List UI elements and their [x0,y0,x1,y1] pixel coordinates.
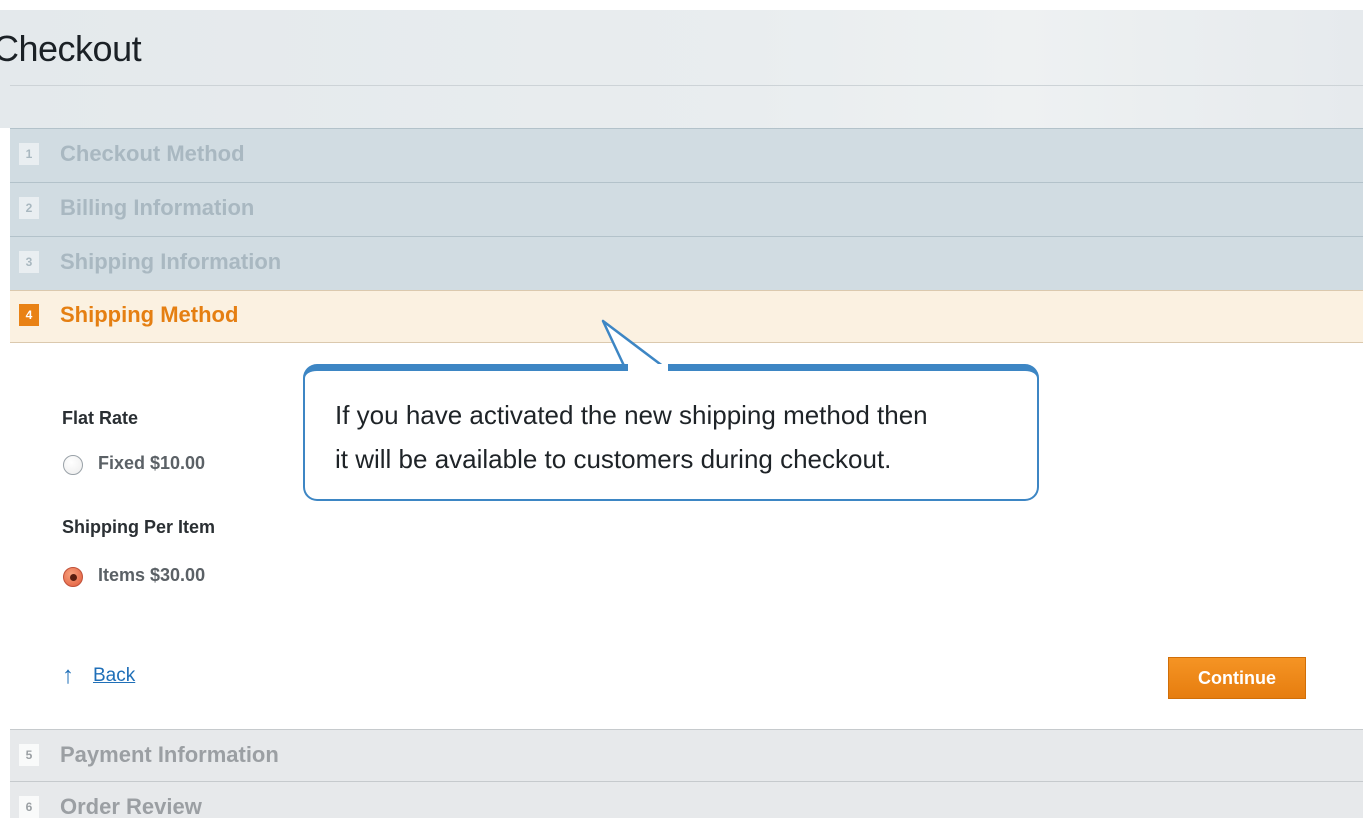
flat-rate-title: Flat Rate [62,408,139,428]
step-number: 2 [19,197,39,219]
callout-pointer-join [628,364,668,372]
per-item-radio[interactable] [63,567,83,587]
page-title: Checkout [0,28,142,69]
step-title: Payment Information [60,742,279,767]
checkout-page: Checkout 1 Checkout Method 2 Billing Inf… [0,0,1363,818]
step-number: 5 [19,744,39,766]
step-shipping-method: 4 Shipping Method [10,290,1363,343]
step-number: 1 [19,143,39,165]
step-title: Checkout Method [60,141,245,166]
callout-text: If you have activated the new shipping m… [335,393,1025,481]
page-header: Checkout [0,10,1363,128]
step-checkout-method[interactable]: 1 Checkout Method [10,128,1363,182]
step-shipping-information[interactable]: 3 Shipping Information [10,236,1363,290]
step-title: Shipping Information [60,249,282,274]
flat-rate-option-label[interactable]: Fixed $10.00 [98,453,205,474]
step-number: 4 [19,304,39,326]
step-title: Order Review [60,794,202,818]
per-item-option-label[interactable]: Items $30.00 [98,565,205,586]
per-item-title: Shipping Per Item [62,517,216,537]
step-title: Shipping Method [60,302,239,327]
callout-line-1: If you have activated the new shipping m… [335,400,928,430]
callout-box: If you have activated the new shipping m… [303,364,1039,501]
step-billing-information[interactable]: 2 Billing Information [10,182,1363,236]
step-order-review[interactable]: 6 Order Review [10,781,1363,818]
step-number: 3 [19,251,39,273]
flat-rate-radio[interactable] [63,455,83,475]
step-payment-information[interactable]: 5 Payment Information [10,729,1363,781]
back-link[interactable]: Back [93,665,135,687]
arrow-up-icon[interactable]: ↑ [62,663,74,689]
header-divider [10,85,1363,86]
step-title: Billing Information [60,195,255,220]
continue-button[interactable]: Continue [1168,657,1306,699]
callout-line-2: it will be available to customers during… [335,444,892,474]
step-number: 6 [19,796,39,818]
